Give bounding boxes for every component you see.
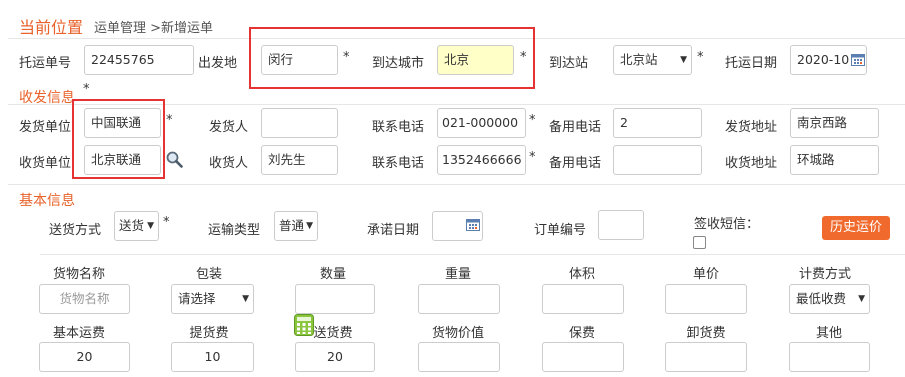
transport-select-value: 普通 <box>279 218 305 233</box>
goods-value-input[interactable] <box>418 342 500 372</box>
required-star: * <box>166 113 173 128</box>
receiver-person-input[interactable]: 刘先生 <box>261 145 338 175</box>
breadcrumb-path[interactable]: 运单管理 >新增运单 <box>94 17 213 36</box>
delivery-label: 送货方式 <box>49 223 102 238</box>
goods-header-row: 货物名称 包装 数量 重量 体积 单价 计费方式 <box>0 263 905 283</box>
sender-person-label: 发货人 <box>209 120 249 135</box>
sender-unit-label: 发货单位 <box>19 120 72 135</box>
calendar-icon[interactable] <box>851 53 865 66</box>
fee-header-other: 其他 <box>815 326 842 341</box>
history-price-button[interactable]: 历史运价 <box>822 216 890 240</box>
sender-phone-label: 联系电话 <box>372 120 425 135</box>
receiver-unit-label: 收货单位 <box>19 156 72 171</box>
goods-header-qty: 数量 <box>319 267 346 282</box>
goods-header-billing: 计费方式 <box>798 267 851 282</box>
required-star: * <box>697 50 704 65</box>
pickup-fee-input[interactable]: 10 <box>171 342 254 372</box>
section-title-basic: 基本信息 <box>19 193 75 209</box>
delivery-fee-input[interactable]: 20 <box>295 342 375 372</box>
chevron-down-icon: ▼ <box>242 294 249 304</box>
breadcrumb-title: 当前位置 <box>19 18 84 37</box>
goods-name-input[interactable]: 货物名称 <box>39 284 130 314</box>
search-icon[interactable] <box>166 151 183 168</box>
sender-person-input[interactable] <box>261 108 338 138</box>
required-star: * <box>83 82 90 97</box>
sender-alt-phone-label: 备用电话 <box>549 120 602 135</box>
package-select-value: 请选择 <box>178 291 216 306</box>
order-num-label: 订单编号 <box>534 223 587 238</box>
package-select[interactable]: 请选择 ▼ <box>171 284 254 314</box>
receiver-alt-phone-input[interactable] <box>613 145 702 175</box>
price-input[interactable] <box>665 284 747 314</box>
goods-header-price: 单价 <box>692 267 719 282</box>
highlight-box-units <box>72 99 165 179</box>
fee-header-value: 货物价值 <box>431 326 484 341</box>
sender-phone-input[interactable]: 021-000000 <box>437 108 526 138</box>
chevron-down-icon: ▼ <box>305 212 313 240</box>
station-select-value: 北京站 <box>620 52 658 67</box>
order-no-label: 托运单号 <box>19 56 72 71</box>
delivery-select[interactable]: 送货 ▼ <box>114 211 159 241</box>
required-star: * <box>529 150 536 165</box>
divider <box>8 184 905 185</box>
order-no-input[interactable]: 22455765 <box>84 45 194 75</box>
receiver-person-label: 收货人 <box>209 156 249 171</box>
transport-label: 运输类型 <box>208 223 261 238</box>
billing-select[interactable]: 最低收费 ▼ <box>789 284 870 314</box>
other-fee-input[interactable] <box>789 342 870 372</box>
goods-header-name: 货物名称 <box>52 267 105 282</box>
promise-date-label: 承诺日期 <box>367 223 420 238</box>
receiver-address-input[interactable]: 环城路 <box>790 145 879 175</box>
chevron-down-icon: ▼ <box>146 212 154 240</box>
origin-label: 出发地 <box>198 56 238 71</box>
required-star: * <box>163 215 170 230</box>
date-label: 托运日期 <box>725 56 778 71</box>
calendar-icon[interactable] <box>466 218 480 231</box>
divider <box>40 254 905 255</box>
order-num-input[interactable] <box>598 210 644 240</box>
receiver-phone-label: 联系电话 <box>372 156 425 171</box>
chevron-down-icon: ▼ <box>680 55 687 65</box>
weight-input[interactable] <box>418 284 500 314</box>
goods-header-weight: 重量 <box>444 267 471 282</box>
insurance-fee-input[interactable] <box>542 342 624 372</box>
goods-header-volume: 体积 <box>568 267 595 282</box>
receiver-alt-phone-label: 备用电话 <box>549 156 602 171</box>
billing-select-value: 最低收费 <box>796 291 847 306</box>
sender-address-label: 发货地址 <box>725 120 778 135</box>
qty-input[interactable] <box>295 284 375 314</box>
station-select[interactable]: 北京站 ▼ <box>613 45 692 75</box>
unload-fee-input[interactable] <box>665 342 747 372</box>
fee-header-basic: 基本运费 <box>52 326 105 341</box>
sender-alt-phone-input[interactable]: 2 <box>613 108 702 138</box>
receiver-address-label: 收货地址 <box>725 156 778 171</box>
sender-address-input[interactable]: 南京西路 <box>790 108 879 138</box>
required-star: * <box>529 113 536 128</box>
chevron-down-icon: ▼ <box>858 294 865 304</box>
fee-header-insurance: 保费 <box>568 326 595 341</box>
transport-select[interactable]: 普通 ▼ <box>274 211 318 241</box>
sms-checkbox[interactable] <box>693 236 706 249</box>
goods-header-package: 包装 <box>195 267 222 282</box>
fees-header-row: 基本运费 提货费 送货费 货物价值 保费 卸货费 其他 <box>0 322 905 342</box>
basic-fee-input[interactable]: 20 <box>39 342 130 372</box>
receiver-phone-input[interactable]: 1352466666 <box>437 145 526 175</box>
highlight-box-route <box>249 27 535 89</box>
fee-header-pickup: 提货费 <box>189 326 229 341</box>
sms-label: 签收短信： <box>694 217 760 232</box>
delivery-select-value: 送货 <box>119 218 145 233</box>
station-label: 到达站 <box>549 56 589 71</box>
volume-input[interactable] <box>542 284 624 314</box>
calculator-icon[interactable] <box>294 314 314 336</box>
fee-header-unload: 卸货费 <box>686 326 726 341</box>
date-input-value: 2020-10 <box>797 52 850 67</box>
